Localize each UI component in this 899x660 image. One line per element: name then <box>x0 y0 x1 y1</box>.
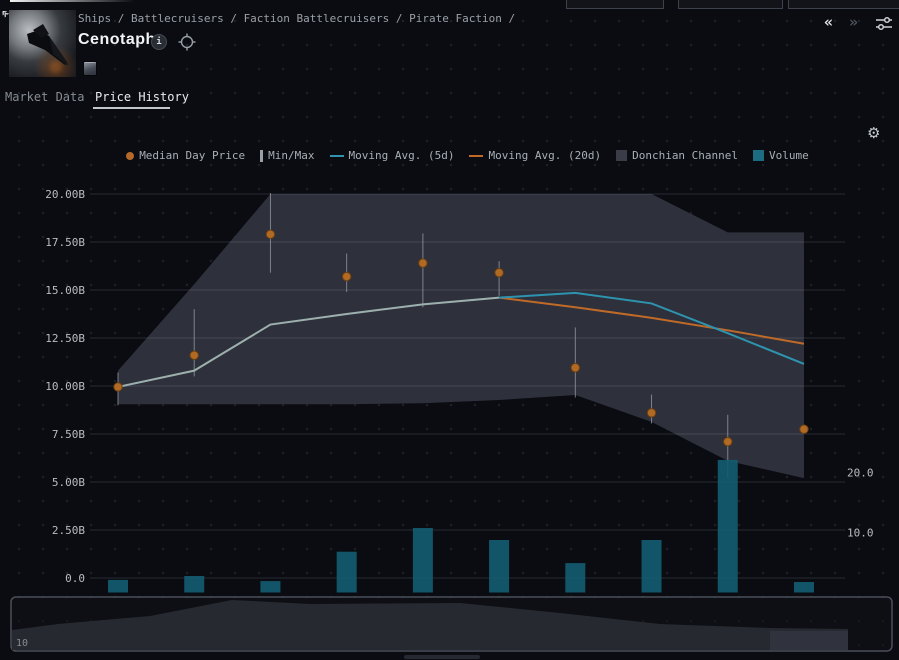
volume-bar[interactable] <box>413 528 433 593</box>
volume-bar[interactable] <box>337 552 357 593</box>
median-price-point[interactable] <box>419 259 427 267</box>
volume-bar[interactable] <box>794 582 814 593</box>
median-price-point[interactable] <box>571 364 579 372</box>
median-price-point[interactable] <box>724 437 732 445</box>
volume-bar[interactable] <box>718 460 738 593</box>
volume-axis-label: 20.0 <box>847 467 874 480</box>
price-axis-label: 17.50B <box>45 236 85 249</box>
price-axis-label: 12.50B <box>45 332 85 345</box>
median-price-point[interactable] <box>647 409 655 417</box>
minimap-scale-label: 10 <box>16 638 28 649</box>
market-window: { "header": { "breadcrumb": "Ships / Bat… <box>0 0 899 660</box>
price-axis-label: 20.00B <box>45 188 85 201</box>
volume-bar[interactable] <box>642 540 662 593</box>
price-axis-label: 2.50B <box>52 524 85 537</box>
volume-bar[interactable] <box>565 563 585 592</box>
minimap-highlight-block <box>770 631 848 650</box>
volume-axis-label: 10.0 <box>847 527 874 540</box>
price-history-chart[interactable]: 20.00B 17.50B 15.00B 12.50B 10.00B 7.50B 5.00B… <box>0 0 899 660</box>
price-axis-label: 15.00B <box>45 284 85 297</box>
donchian-channel-area <box>118 194 804 478</box>
price-axis-label: 7.50B <box>52 428 85 441</box>
median-price-point[interactable] <box>190 351 198 359</box>
median-price-point[interactable] <box>800 425 808 433</box>
volume-bar[interactable] <box>489 540 509 593</box>
median-price-point[interactable] <box>495 269 503 277</box>
price-axis-label: 0.0 <box>65 572 85 585</box>
volume-bar[interactable] <box>108 580 128 593</box>
median-price-point[interactable] <box>266 230 274 238</box>
minimap-scrollbar-handle[interactable] <box>404 655 480 659</box>
price-axis-label: 5.00B <box>52 476 85 489</box>
median-price-point[interactable] <box>342 272 350 280</box>
volume-bar[interactable] <box>184 576 204 593</box>
volume-bar[interactable] <box>260 581 280 592</box>
price-axis-label: 10.00B <box>45 380 85 393</box>
median-price-point[interactable] <box>114 383 122 391</box>
